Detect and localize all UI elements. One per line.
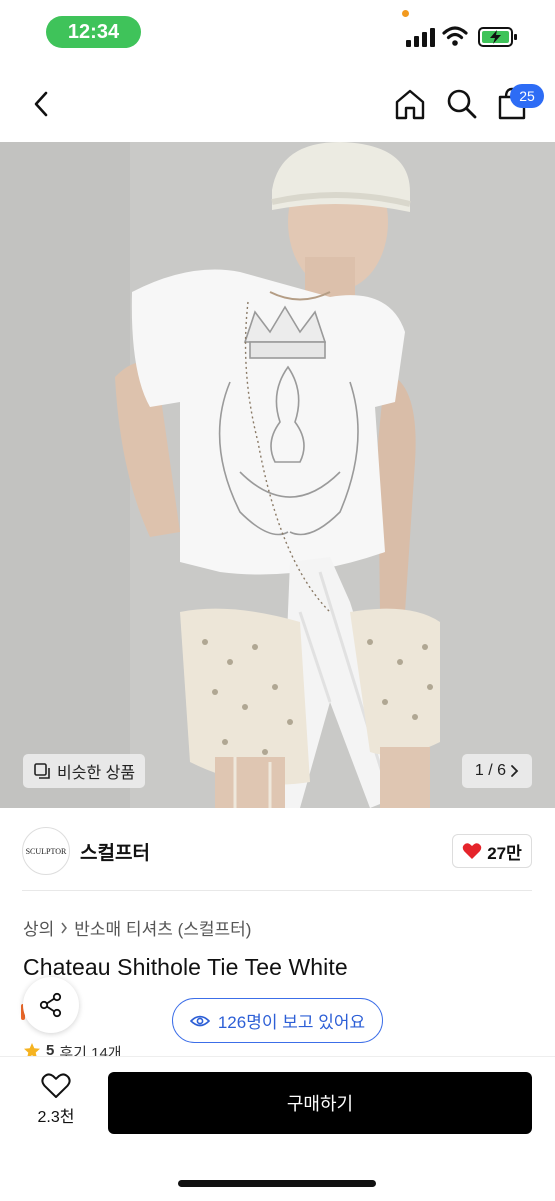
section-divider [22,890,532,891]
share-icon [39,992,62,1018]
heart-icon [41,1073,71,1098]
breadcrumb-subcategory[interactable]: 반소매 티셔츠 (스컬프터) [74,915,251,940]
shop-like-count: 27만 [487,843,522,863]
rating-score: 5 [46,1042,55,1056]
status-time: 12:34 [46,16,141,48]
top-navigation-bar [0,66,555,142]
home-indicator [178,1180,376,1187]
back-arrow-icon [34,91,48,117]
wifi-icon [442,26,468,46]
chevron-right-icon [61,922,68,933]
privacy-indicator-dot [402,10,409,17]
product-image[interactable] [0,142,555,808]
review-count: 후기 14개 [59,1045,122,1056]
product-title: Chateau Shithole Tie Tee White [23,954,348,980]
product-photo [0,142,555,808]
copy-icon [34,763,50,779]
rating-row[interactable]: 5 후기 14개 [23,1042,122,1056]
home-icon [395,89,425,120]
shop-like-button[interactable]: 27만 [452,834,532,868]
cellular-signal-icon [406,28,435,47]
page-indicator-text: 1 / 6 [474,762,507,779]
breadcrumb-category[interactable]: 상의 [23,915,54,940]
image-page-indicator[interactable]: 1 / 6 [462,754,532,788]
back-button[interactable] [26,88,56,120]
battery-charging-icon [478,27,517,47]
home-button[interactable] [392,86,428,122]
shop-logo[interactable]: SCULPTOR [22,827,70,875]
shop-logo-text: SCULPTOR [25,846,67,856]
wishlist-button[interactable]: 2.3천 [28,1073,84,1133]
shop-name[interactable]: 스컬프터 [80,838,150,865]
star-icon [24,1043,40,1056]
buy-button[interactable]: 구매하기 [108,1072,532,1134]
search-button[interactable] [444,86,480,122]
eye-icon [189,1015,210,1026]
status-bar: 12:34 [0,0,555,66]
share-button[interactable] [23,977,79,1033]
similar-products-button[interactable]: 비슷한 상품 [23,754,146,788]
viewers-count-text: 126명이 보고 있어요 [217,1013,366,1032]
chevron-right-icon [511,765,519,777]
cart-count-badge: 25 [510,84,544,108]
heart-icon [462,843,482,859]
viewers-count-pill: 126명이 보고 있어요 [172,998,383,1043]
wishlist-count: 2.3천 [37,1109,75,1126]
breadcrumb: 상의 반소매 티셔츠 (스컬프터) [23,915,251,940]
search-icon [447,89,477,119]
similar-products-label: 비슷한 상품 [57,765,136,782]
